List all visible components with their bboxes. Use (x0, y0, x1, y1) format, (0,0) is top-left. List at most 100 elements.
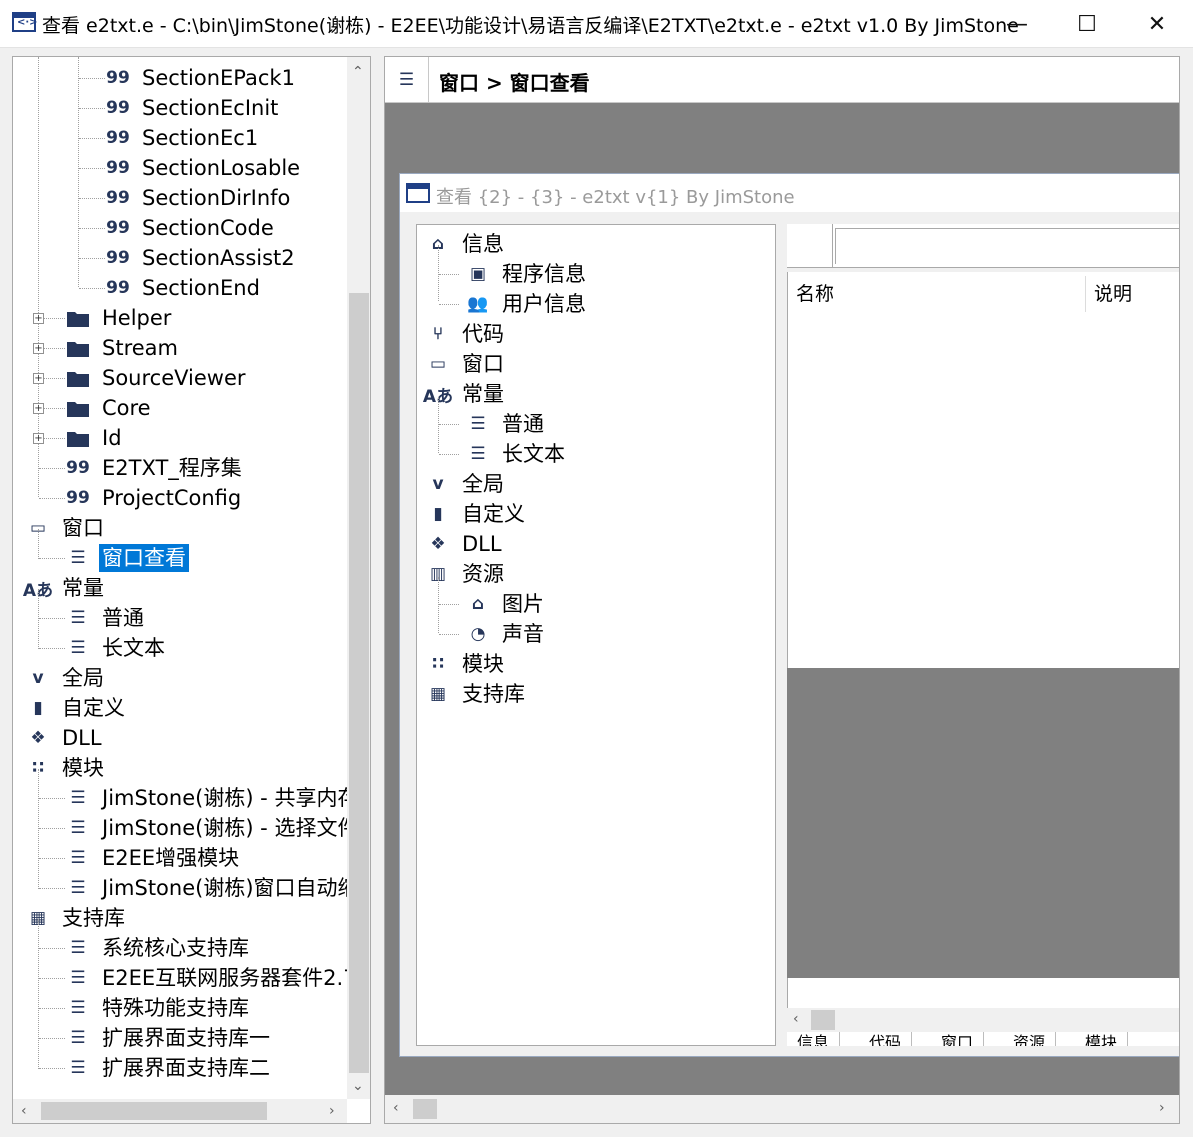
left-vertical-scroll-thumb[interactable] (349, 293, 369, 1073)
tree-item[interactable]: v 全局 (425, 469, 507, 499)
tree-item-label: 资源 (462, 562, 504, 586)
tree-item-label: 长文本 (502, 442, 565, 466)
child-tab[interactable]: 窗口 (931, 1032, 985, 1046)
tree-item[interactable]: ☰ 扩展界面支持库一 (65, 1023, 273, 1053)
tree-item[interactable]: 99 ProjectConfig (65, 483, 244, 513)
tree-item[interactable]: ❖ DLL (25, 723, 105, 753)
tree-item[interactable]: SourceViewer (65, 363, 249, 393)
tree-item[interactable]: ☰ 普通 (465, 409, 547, 439)
child-tab[interactable]: 模块 (1075, 1032, 1129, 1046)
child-tab[interactable]: 资源 (1003, 1032, 1057, 1046)
tree-item[interactable]: 99 SectionDirInfo (105, 183, 293, 213)
tree-item[interactable]: ☰ JimStone(谢栋) - 选择文件 (65, 813, 347, 843)
tree-item[interactable]: v 全局 (25, 663, 107, 693)
tree-item[interactable]: ❖ DLL (425, 529, 505, 559)
scroll-left-icon[interactable]: ‹ (21, 1104, 27, 1118)
tree-item[interactable]: ☰ 普通 (65, 603, 147, 633)
tree-item[interactable]: ▭ 窗口 (425, 349, 507, 379)
tree-connector (38, 769, 39, 889)
maximize-button[interactable]: ☐ (1052, 0, 1122, 48)
close-button[interactable]: ✕ (1122, 0, 1192, 48)
tree-item[interactable]: ⌂ 图片 (465, 589, 547, 619)
scroll-right-icon[interactable]: › (1159, 1101, 1165, 1115)
tree-item[interactable]: ☰ 扩展界面支持库二 (65, 1053, 273, 1083)
scroll-down-icon[interactable]: ⌄ (352, 1079, 364, 1093)
tree-item[interactable]: 99 SectionEPack1 (105, 63, 298, 93)
expand-toggle[interactable]: + (33, 343, 44, 354)
expand-toggle[interactable]: + (33, 373, 44, 384)
tree-item[interactable]: ◔ 声音 (465, 619, 547, 649)
child-toolbar-field[interactable] (835, 228, 1179, 264)
tree-item[interactable]: ☰ E2EE增强模块 (65, 843, 242, 873)
tree-item[interactable]: 99 SectionEcInit (105, 93, 281, 123)
tree-item[interactable]: ▦ 支持库 (25, 903, 128, 933)
scroll-left-icon[interactable]: ‹ (393, 1101, 399, 1115)
tree-item[interactable]: ∷ 模块 (425, 649, 507, 679)
tree-item[interactable]: 99 SectionEnd (105, 273, 263, 303)
child-detail-area: 名称 说明 ‹ 信息 代码 窗口 资源 模块 (787, 224, 1179, 1046)
folder-icon (65, 335, 91, 361)
folder-icon (65, 425, 91, 451)
tree-item[interactable]: 99 E2TXT_程序集 (65, 453, 245, 483)
tree-item-label: ProjectConfig (102, 486, 242, 510)
tree-item[interactable]: ☰ 系统核心支持库 (65, 933, 252, 963)
tree-item[interactable]: ☰ JimStone(谢栋)窗口自动缩放 (65, 873, 347, 903)
project-tree[interactable]: 99 SectionEPack1 99 SectionEcInit 99 SectionE… (13, 57, 347, 1099)
tree-item[interactable]: 99 SectionEc1 (105, 123, 261, 153)
child-window-preview: 查看 {2} - {3} - e2txt v{1} By JimStone ⌂ 信… (399, 173, 1179, 1057)
tree-item[interactable]: Stream (65, 333, 181, 363)
tree-item[interactable]: ☰ JimStone(谢栋) - 共享内存 (65, 783, 347, 813)
left-horizontal-scrollbar[interactable]: ‹ › (13, 1099, 347, 1123)
child-input-strip[interactable] (787, 978, 1179, 1008)
child-category-tree[interactable]: ⌂ 信息 ▣ 程序信息 👥 用户信息 ⑂ 代码 ▭ 窗口 Aあ 常量 ☰ 普通 ☰ 长文本 v 全局 ▮ 自定义 ❖ DL… (416, 224, 776, 1046)
left-horizontal-scroll-thumb[interactable] (41, 1102, 267, 1120)
tree-item[interactable]: Core (65, 393, 154, 423)
scroll-right-icon[interactable]: › (329, 1104, 335, 1118)
tree-item[interactable]: ☰ 长文本 (65, 633, 168, 663)
tree-item[interactable]: ☰ 窗口查看 (65, 543, 189, 573)
list-icon[interactable]: ☰ (385, 57, 429, 103)
tree-item[interactable]: 99 SectionCode (105, 213, 277, 243)
right-horizontal-scrollbar[interactable]: ‹ › (385, 1095, 1179, 1123)
child-horizontal-scroll-thumb[interactable] (811, 1010, 835, 1030)
tree-item[interactable]: Helper (65, 303, 174, 333)
scroll-up-icon[interactable]: ⌃ (352, 65, 364, 79)
list-icon: ☰ (70, 788, 86, 808)
tree-item[interactable]: Id (65, 423, 125, 453)
scroll-left-icon[interactable]: ‹ (793, 1012, 799, 1026)
left-vertical-scrollbar[interactable]: ⌃ ⌄ (347, 57, 370, 1099)
column-header-name[interactable]: 名称 (788, 276, 1086, 312)
child-horizontal-scrollbar[interactable]: ‹ (787, 1008, 1179, 1032)
tree-item[interactable]: 99 SectionAssist2 (105, 243, 298, 273)
tree-item-label: E2EE互联网服务器套件2.7 (102, 966, 347, 990)
child-tab[interactable]: 信息 (787, 1032, 841, 1046)
tree-item[interactable]: ▣ 程序信息 (465, 259, 589, 289)
tree-item[interactable]: ▮ 自定义 (425, 499, 528, 529)
tree-connector (439, 454, 459, 455)
quote-icon: 99 (106, 98, 130, 118)
tree-item[interactable]: ☰ 长文本 (465, 439, 568, 469)
child-window-title-bar: 查看 {2} - {3} - e2txt v{1} By JimStone (400, 174, 1179, 212)
minimize-button[interactable]: — (982, 0, 1052, 48)
list-icon: ☰ (70, 998, 86, 1018)
expand-toggle[interactable]: + (33, 433, 44, 444)
tree-item-label: 窗口查看 (99, 544, 189, 572)
list-icon: ☰ (70, 548, 86, 568)
expand-toggle[interactable]: + (33, 313, 44, 324)
tree-item[interactable]: ⑂ 代码 (425, 319, 507, 349)
tree-item[interactable]: ☰ E2EE互联网服务器套件2.7 (65, 963, 347, 993)
tree-item[interactable]: ☰ 特殊功能支持库 (65, 993, 252, 1023)
tree-item[interactable]: ▮ 自定义 (25, 693, 128, 723)
child-toolbar-button[interactable] (787, 224, 833, 268)
expand-toggle[interactable]: + (33, 403, 44, 414)
tree-item[interactable]: 👥 用户信息 (465, 289, 589, 319)
list-icon: ☰ (470, 444, 486, 464)
app-icon-glyph: <·> (17, 17, 38, 28)
column-header-description[interactable]: 说明 (1086, 276, 1179, 312)
global-icon: v (32, 668, 44, 688)
tree-item[interactable]: ▦ 支持库 (425, 679, 528, 709)
child-list-view[interactable]: 名称 说明 (787, 272, 1179, 668)
tree-item[interactable]: 99 SectionLosable (105, 153, 303, 183)
child-tab[interactable]: 代码 (859, 1032, 913, 1046)
right-horizontal-scroll-thumb[interactable] (413, 1099, 437, 1119)
